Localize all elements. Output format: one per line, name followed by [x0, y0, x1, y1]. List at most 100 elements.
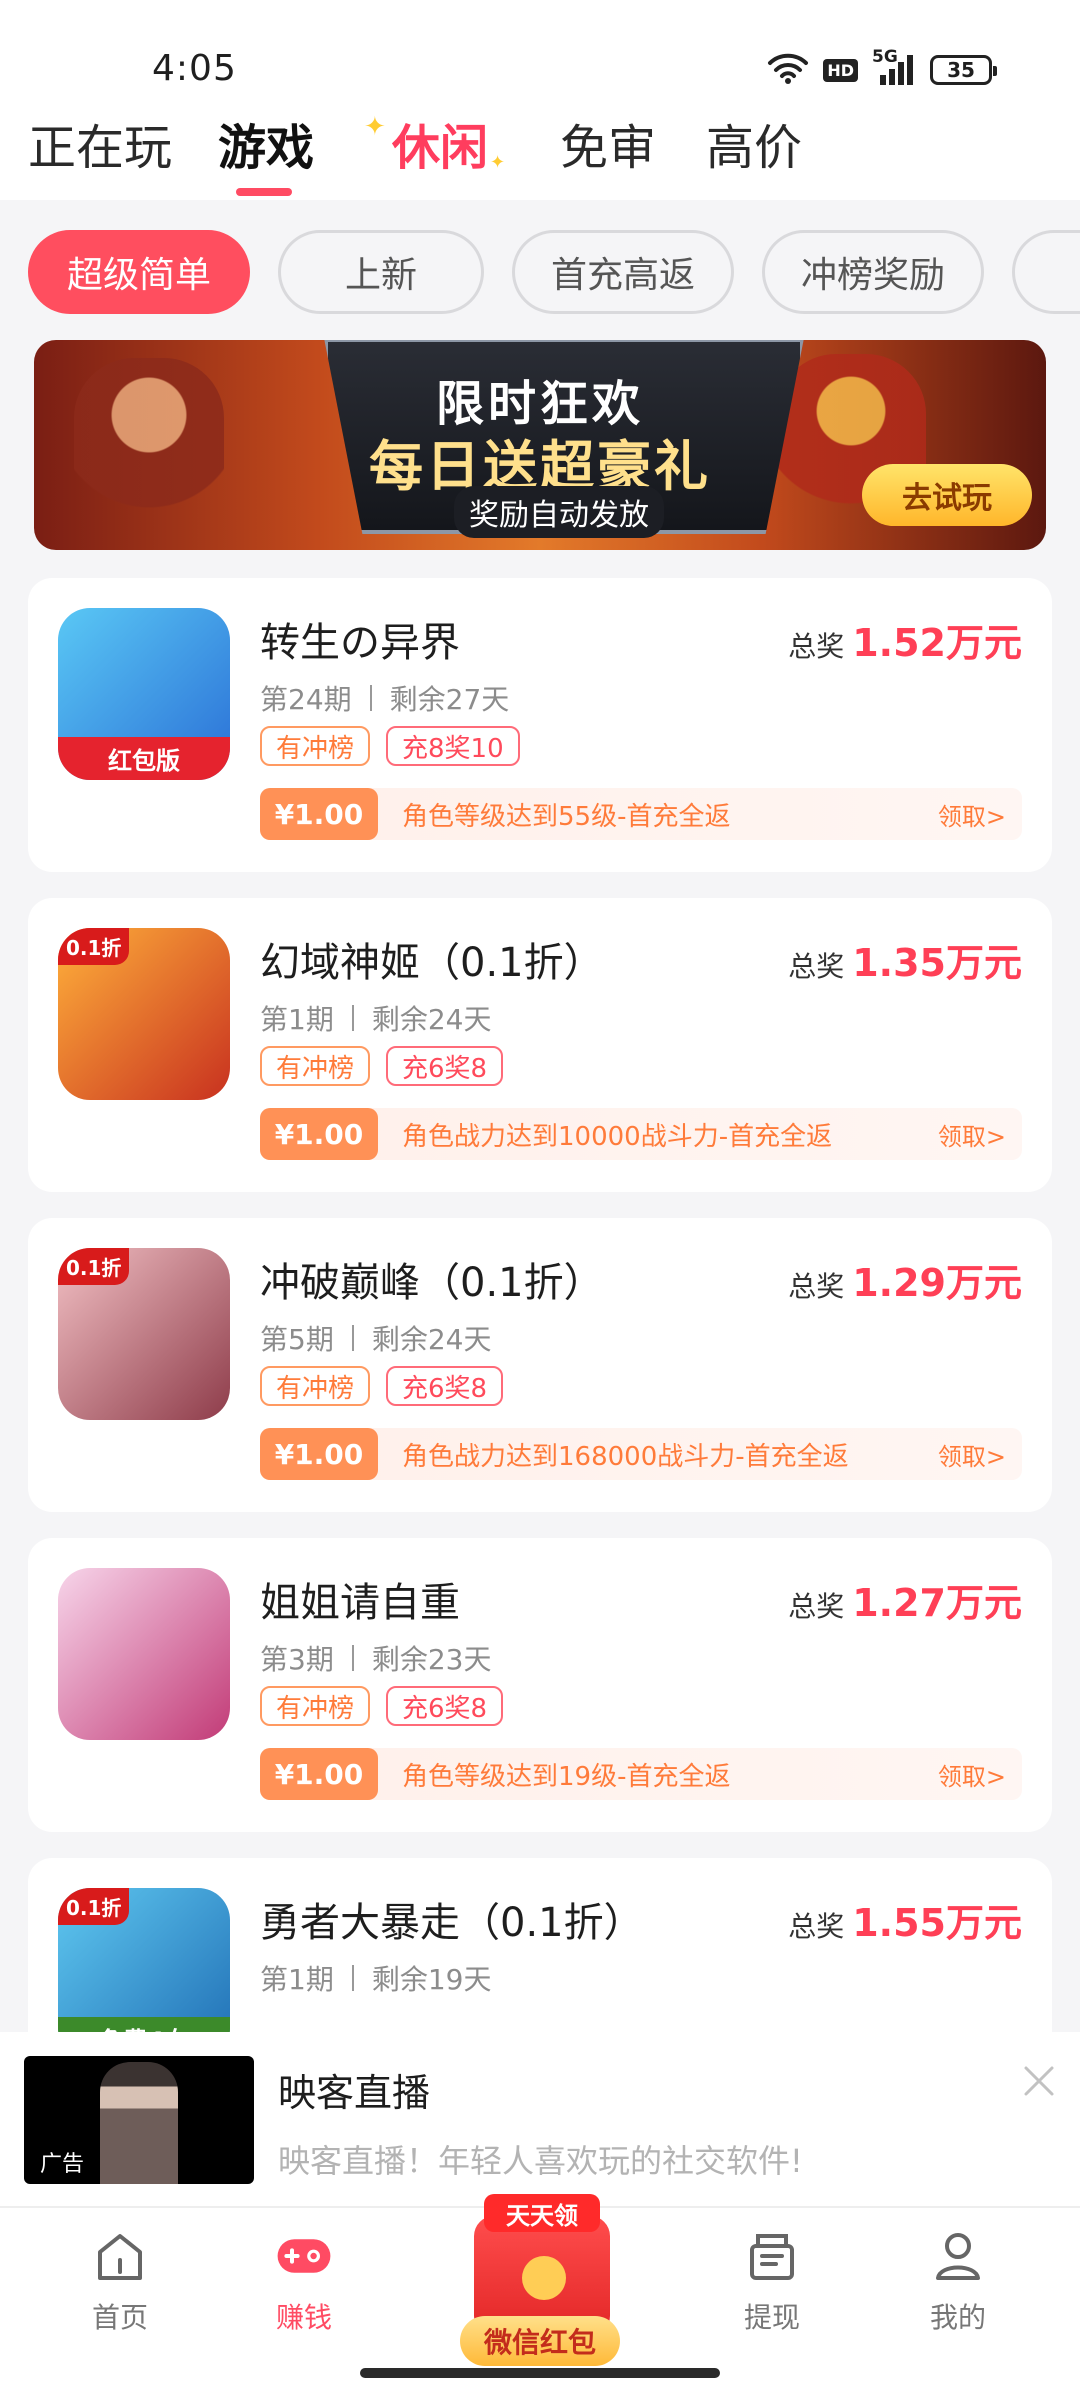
- charge-tag: 充6奖8: [386, 1366, 504, 1406]
- game-title: 冲破巅峰（0.1折）: [260, 1260, 604, 1306]
- prize-label: 总奖: [788, 950, 845, 983]
- gamepad-icon: [276, 2228, 332, 2284]
- nav-home-label: 首页: [91, 2301, 148, 2334]
- game-card[interactable]: 0.1折 幻域神姬（0.1折） 总奖 1.35万元 第1期 剩余24天 有冲榜 …: [28, 898, 1052, 1192]
- sparkle-icon: ✦: [490, 152, 506, 173]
- prize-amount: 1.52万元: [852, 621, 1022, 665]
- game-card[interactable]: 红包版 转生の异界 总奖 1.52万元 第24期 剩余27天 有冲榜 充8奖10…: [28, 578, 1052, 872]
- home-indicator[interactable]: [360, 2368, 720, 2378]
- chip-super-simple[interactable]: 超级简单: [28, 230, 251, 314]
- ad-person-image: [100, 2062, 178, 2184]
- game-tags: 有冲榜 充8奖10: [260, 726, 520, 766]
- task-row[interactable]: ¥1.00 角色等级达到19级-首充全返 领取>: [260, 1748, 1022, 1800]
- total-prize: 总奖 1.35万元: [788, 932, 1022, 987]
- discount-badge: 0.1折: [58, 928, 130, 965]
- close-icon[interactable]: [1022, 2062, 1056, 2108]
- ad-label: 广告: [40, 2152, 85, 2177]
- claim-link[interactable]: 领取>: [938, 1437, 1006, 1472]
- game-card[interactable]: 0.1折 冲破巅峰（0.1折） 总奖 1.29万元 第5期 剩余24天 有冲榜 …: [28, 1218, 1052, 1512]
- game-icon: 0.1折: [58, 1248, 230, 1420]
- chip-first-charge[interactable]: 首充高返: [512, 230, 735, 314]
- nav-home[interactable]: 首页: [60, 2228, 180, 2336]
- status-bar: 4:05 HD 5G 35: [0, 0, 1080, 100]
- promo-banner[interactable]: 限时狂欢 每日送超豪礼 奖励自动发放 去试玩: [34, 340, 1046, 550]
- tab-casual[interactable]: 休闲: [392, 108, 488, 178]
- ad-banner[interactable]: 广告 映客直播 映客直播！年轻人喜欢玩的社交软件!: [0, 2032, 1080, 2206]
- battery-level: 35: [947, 58, 975, 82]
- active-tab-indicator: [236, 188, 292, 196]
- total-prize: 总奖 1.27万元: [788, 1572, 1022, 1627]
- game-meta: 第24期 剩余27天: [260, 678, 509, 718]
- claim-link[interactable]: 领取>: [938, 1757, 1006, 1792]
- task-price: ¥1.00: [260, 1748, 378, 1800]
- nav-earn[interactable]: 赚钱: [244, 2228, 364, 2336]
- chip-new[interactable]: 上新: [278, 230, 485, 314]
- prize-amount: 1.35万元: [852, 941, 1022, 985]
- game-card[interactable]: 姐姐请自重 总奖 1.27万元 第3期 剩余23天 有冲榜 充6奖8 ¥1.00…: [28, 1538, 1052, 1832]
- prize-label: 总奖: [788, 1270, 845, 1303]
- charge-tag: 充6奖8: [386, 1686, 504, 1726]
- task-price: ¥1.00: [260, 788, 378, 840]
- rank-tag: 有冲榜: [260, 1046, 371, 1086]
- game-tags: 有冲榜 充6奖8: [260, 1046, 504, 1086]
- prize-label: 总奖: [788, 1590, 845, 1623]
- divider: [351, 1645, 354, 1671]
- remaining-days: 剩余27天: [389, 683, 510, 716]
- total-prize: 总奖 1.29万元: [788, 1252, 1022, 1307]
- divider: [369, 685, 372, 711]
- coin-icon: [522, 2256, 566, 2300]
- total-prize: 总奖 1.52万元: [788, 612, 1022, 667]
- game-icon: [58, 1568, 230, 1740]
- status-time: 4:05: [152, 48, 237, 89]
- nav-earn-label: 赚钱: [275, 2301, 332, 2334]
- claim-link[interactable]: 领取>: [938, 1117, 1006, 1152]
- game-meta: 第1期 剩余19天: [260, 1958, 491, 1998]
- chip-xianxia[interactable]: 仙侠: [1012, 230, 1080, 314]
- signal-icon: 5G: [872, 47, 916, 87]
- withdraw-icon: [744, 2228, 800, 2284]
- nav-mine-label: 我的: [929, 2301, 986, 2334]
- task-row[interactable]: ¥1.00 角色等级达到55级-首充全返 领取>: [260, 788, 1022, 840]
- daily-claim-label: 天天领: [484, 2194, 600, 2232]
- status-icons: HD 5G 35: [767, 47, 997, 88]
- category-tabs: 正在玩 游戏 ✦ 休闲 ✦ 免审 高价: [0, 100, 1080, 200]
- period: 第5期: [260, 1323, 334, 1356]
- chip-rank-reward[interactable]: 冲榜奖励: [762, 230, 985, 314]
- tab-high-price[interactable]: 高价: [706, 108, 802, 178]
- task-desc: 角色战力达到168000战斗力-首充全返: [402, 1441, 849, 1472]
- prize-amount: 1.29万元: [852, 1261, 1022, 1305]
- task-row[interactable]: ¥1.00 角色战力达到168000战斗力-首充全返 领取>: [260, 1428, 1022, 1480]
- game-title: 勇者大暴走（0.1折）: [260, 1900, 644, 1946]
- game-icon: 红包版: [58, 608, 230, 780]
- tab-playing[interactable]: 正在玩: [28, 108, 172, 178]
- game-meta: 第5期 剩余24天: [260, 1318, 491, 1358]
- tab-no-review[interactable]: 免审: [560, 108, 656, 178]
- nav-wechat-label: 微信红包: [460, 2316, 620, 2366]
- prize-label: 总奖: [788, 1910, 845, 1943]
- home-icon: [92, 2228, 148, 2284]
- prize-amount: 1.27万元: [852, 1581, 1022, 1625]
- nav-wechat-redpacket[interactable]: 天天领 微信红包: [460, 2194, 620, 2370]
- claim-link[interactable]: 领取>: [938, 797, 1006, 832]
- discount-badge: 0.1折: [58, 1248, 130, 1285]
- rank-tag: 有冲榜: [260, 1686, 371, 1726]
- try-play-button[interactable]: 去试玩: [862, 464, 1032, 526]
- remaining-days: 剩余24天: [371, 1003, 492, 1036]
- charge-tag: 充6奖8: [386, 1046, 504, 1086]
- game-title: 转生の异界: [260, 620, 460, 666]
- wifi-icon: [767, 52, 809, 88]
- game-meta: 第1期 剩余24天: [260, 998, 491, 1038]
- user-icon: [930, 2228, 986, 2284]
- game-tags: 有冲榜 充6奖8: [260, 1366, 504, 1406]
- task-row[interactable]: ¥1.00 角色战力达到10000战斗力-首充全返 领取>: [260, 1108, 1022, 1160]
- app-root: 4:05 HD 5G 35 正在玩 游戏 ✦ 休闲 ✦ 免审 高价 超级简单 上…: [0, 0, 1080, 2400]
- content-area: 超级简单 上新 首充高返 冲榜奖励 仙侠 限时狂欢 每日送超豪礼 奖励自动发放 …: [0, 200, 1080, 2240]
- nav-withdraw[interactable]: 提现: [712, 2228, 832, 2336]
- ad-title: 映客直播: [278, 2071, 431, 2115]
- period: 第3期: [260, 1643, 334, 1676]
- nav-mine[interactable]: 我的: [898, 2228, 1018, 2336]
- remaining-days: 剩余23天: [371, 1643, 492, 1676]
- tab-games[interactable]: 游戏: [218, 108, 314, 178]
- icon-bottom-label: 红包版: [58, 737, 230, 780]
- prize-amount: 1.55万元: [852, 1901, 1022, 1945]
